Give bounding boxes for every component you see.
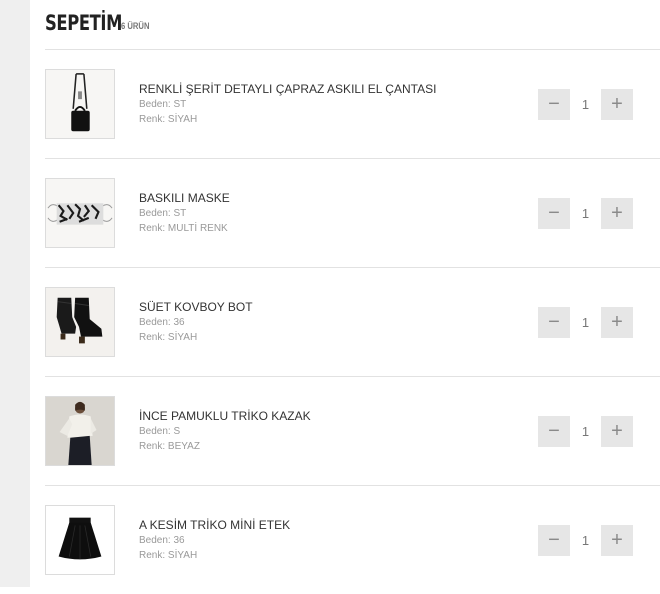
increase-quantity-button[interactable]: + [601, 416, 633, 447]
cart-header: SEPETİM 6 ÜRÜN [45, 10, 155, 36]
item-size: Beden: 36 [139, 317, 185, 328]
increase-quantity-button[interactable]: + [601, 307, 633, 338]
item-info: SÜET KOVBOY BOT Beden: 36 Renk: SİYAH [139, 299, 253, 345]
quantity-value: 1 [581, 206, 590, 221]
cart-item: SÜET KOVBOY BOT Beden: 36 Renk: SİYAH − … [45, 267, 660, 376]
quantity-value: 1 [581, 533, 590, 548]
item-info: BASKILI MASKE Beden: ST Renk: MULTİ RENK [139, 190, 230, 236]
cart-item: İNCE PAMUKLU TRİKO KAZAK Beden: S Renk: … [45, 376, 660, 485]
cart-item-list: RENKLİ ŞERİT DETAYLI ÇAPRAZ ASKILI EL ÇA… [45, 49, 660, 594]
item-name[interactable]: SÜET KOVBOY BOT [139, 299, 253, 315]
item-name[interactable]: İNCE PAMUKLU TRİKO KAZAK [139, 408, 311, 424]
item-name[interactable]: RENKLİ ŞERİT DETAYLI ÇAPRAZ ASKILI EL ÇA… [139, 81, 436, 97]
quantity-value: 1 [581, 424, 590, 439]
cart-item: BASKILI MASKE Beden: ST Renk: MULTİ RENK… [45, 158, 660, 267]
item-color: Renk: SİYAH [139, 114, 198, 125]
decrease-quantity-button[interactable]: − [538, 198, 570, 229]
left-gutter [0, 0, 30, 587]
increase-quantity-button[interactable]: + [601, 89, 633, 120]
item-color: Renk: MULTİ RENK [139, 223, 228, 234]
decrease-quantity-button[interactable]: − [538, 416, 570, 447]
cart-item-count: 6 ÜRÜN [121, 21, 150, 31]
cart-panel: SEPETİM 6 ÜRÜN RENKLİ ŞERİT DETAYLI ÇAPR… [45, 0, 660, 587]
cart-title: SEPETİM [45, 11, 123, 35]
item-size: Beden: S [139, 426, 181, 437]
item-name[interactable]: BASKILI MASKE [139, 190, 230, 206]
decrease-quantity-button[interactable]: − [538, 525, 570, 556]
decrease-quantity-button[interactable]: − [538, 89, 570, 120]
quantity-stepper: − 1 + [538, 198, 633, 230]
product-image-skirt[interactable] [45, 505, 115, 575]
quantity-value: 1 [581, 315, 590, 330]
quantity-stepper: − 1 + [538, 307, 633, 339]
cart-item: RENKLİ ŞERİT DETAYLI ÇAPRAZ ASKILI EL ÇA… [45, 49, 660, 158]
quantity-stepper: − 1 + [538, 416, 633, 448]
increase-quantity-button[interactable]: + [601, 525, 633, 556]
quantity-value: 1 [581, 97, 590, 112]
product-image-boots[interactable] [45, 287, 115, 357]
item-color: Renk: BEYAZ [139, 441, 200, 452]
decrease-quantity-button[interactable]: − [538, 307, 570, 338]
quantity-stepper: − 1 + [538, 525, 633, 557]
product-image-handbag[interactable] [45, 69, 115, 139]
item-size: Beden: 36 [139, 535, 185, 546]
increase-quantity-button[interactable]: + [601, 198, 633, 229]
cart-item: A KESİM TRİKO MİNİ ETEK Beden: 36 Renk: … [45, 485, 660, 594]
item-color: Renk: SİYAH [139, 332, 198, 343]
item-color: Renk: SİYAH [139, 550, 198, 561]
product-image-face-mask[interactable] [45, 178, 115, 248]
item-info: İNCE PAMUKLU TRİKO KAZAK Beden: S Renk: … [139, 408, 311, 454]
item-size: Beden: ST [139, 99, 187, 110]
item-name[interactable]: A KESİM TRİKO MİNİ ETEK [139, 517, 290, 533]
item-info: A KESİM TRİKO MİNİ ETEK Beden: 36 Renk: … [139, 517, 290, 563]
product-image-model-sweater[interactable] [45, 396, 115, 466]
quantity-stepper: − 1 + [538, 89, 633, 121]
item-size: Beden: ST [139, 208, 187, 219]
item-info: RENKLİ ŞERİT DETAYLI ÇAPRAZ ASKILI EL ÇA… [139, 81, 436, 127]
